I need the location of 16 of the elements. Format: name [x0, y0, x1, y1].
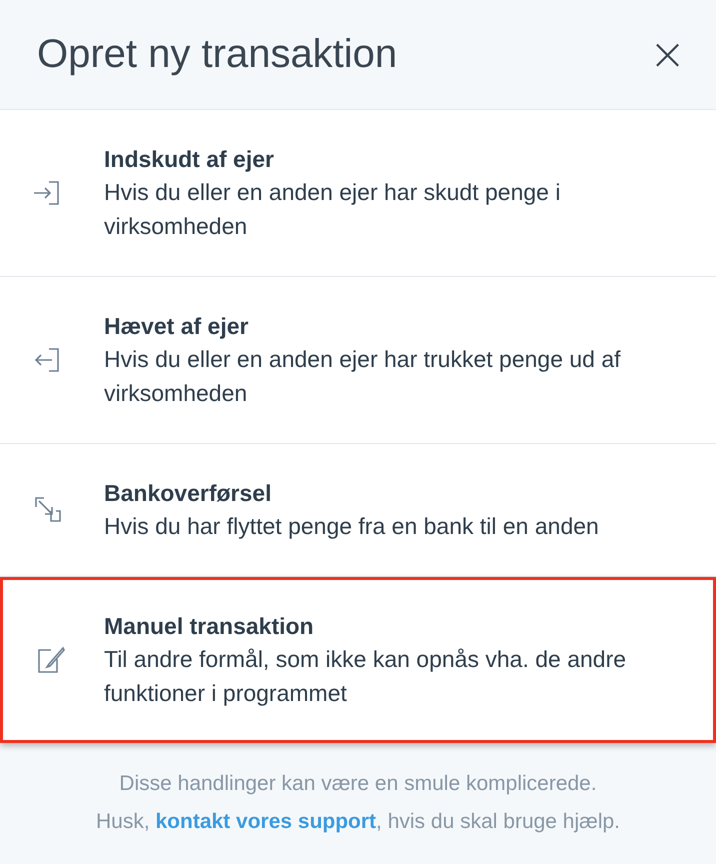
transaction-option[interactable]: Indskudt af ejer Hvis du eller en anden ejer har skudt penge i virksomheden: [0, 110, 716, 277]
transaction-option[interactable]: Manuel transaktion Til andre formål, som ikke kan opnås vha. de andre funktioner i programmet: [0, 577, 716, 743]
transaction-option[interactable]: Hævet af ejer Hvis du eller en anden ejer har trukket penge ud af virksomheden: [0, 277, 716, 444]
close-button[interactable]: ×: [639, 32, 696, 76]
option-title: Bankoverførsel: [104, 479, 272, 508]
help-note: Husk, kontakt vores support, hvis du skal bruge hjælp.: [94, 809, 622, 835]
option-title: Manuel transaktion: [104, 612, 315, 641]
option-description: Til andre formål, som ikke kan opnås vha. de andre funktioner i programmet: [104, 645, 628, 708]
option-title: Indskudt af ejer: [104, 145, 275, 174]
option-description: Hvis du eller en anden ejer har skudt penge i virksomheden: [104, 178, 562, 241]
option-description: Hvis du eller en anden ejer har trukket penge ud af virksomheden: [104, 345, 622, 408]
option-description: Hvis du har flyttet penge fra en bank til en anden: [104, 512, 599, 541]
help-note: Disse handlinger kan være en smule komplicerede.: [118, 771, 598, 797]
transaction-option[interactable]: Bankoverførsel Hvis du har flyttet penge fra en bank til en anden: [0, 444, 716, 577]
option-title: Hævet af ejer: [104, 312, 250, 341]
dialog-title: Opret ny transaktion: [37, 32, 398, 77]
